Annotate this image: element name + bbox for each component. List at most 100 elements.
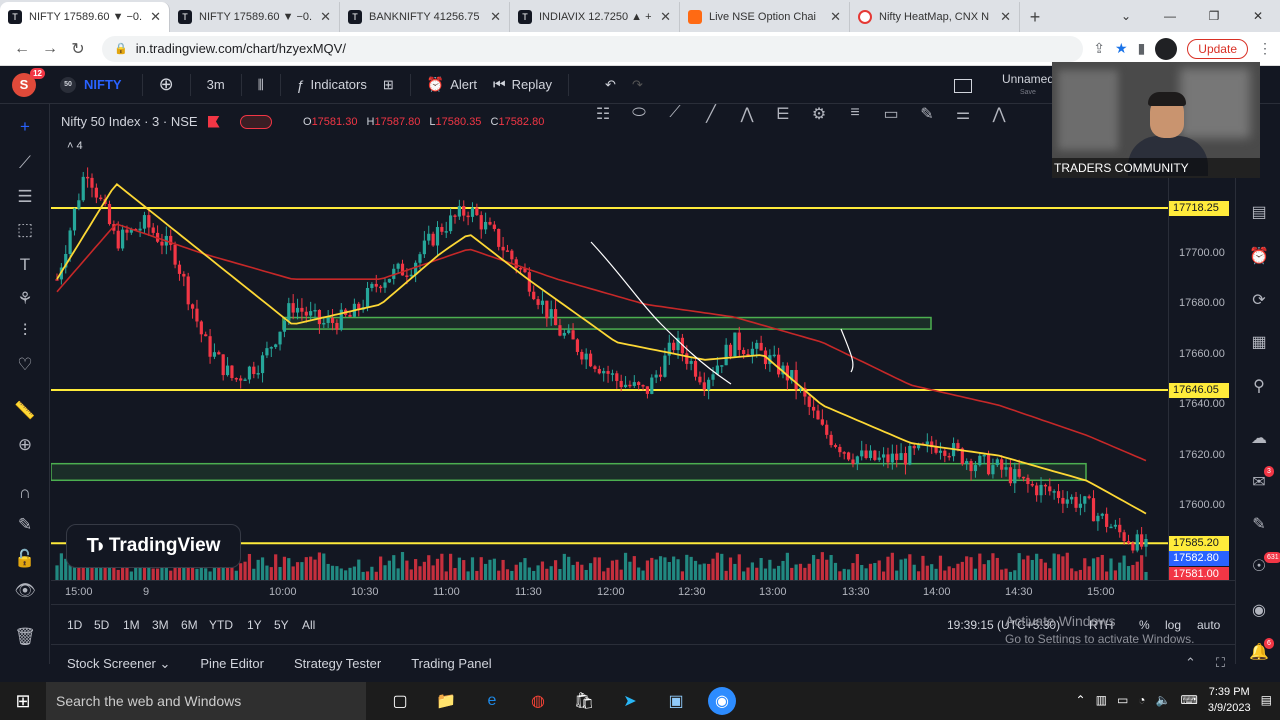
reload-icon[interactable]: ↻: [64, 35, 92, 63]
range-button-all[interactable]: All: [302, 618, 315, 632]
stock-screener-tab[interactable]: Stock Screener ⌄: [67, 656, 170, 672]
magnet-icon[interactable]: ∩: [14, 482, 36, 504]
tab-search-icon[interactable]: ⌄: [1104, 0, 1148, 32]
battery-icon[interactable]: ▭: [1117, 693, 1128, 707]
user-avatar[interactable]: S 12: [12, 67, 45, 97]
telegram-icon[interactable]: ➤: [616, 687, 644, 715]
range-button-1m[interactable]: 1M: [123, 618, 140, 632]
hide-drawings-icon[interactable]: 👁: [14, 580, 36, 602]
text-icon[interactable]: T: [14, 254, 36, 276]
sidebar-icon[interactable]: ▮: [1138, 40, 1146, 57]
interval-button[interactable]: 3m: [199, 77, 233, 92]
fib-icon[interactable]: ☰: [14, 186, 36, 208]
streams-icon[interactable]: ☁: [1248, 428, 1270, 450]
browser-tab[interactable]: T BANKNIFTY 41256.75 ✕: [340, 2, 510, 32]
taskbar-search[interactable]: Search the web and Windows: [46, 682, 366, 720]
close-tab-icon[interactable]: ✕: [1000, 9, 1011, 25]
symbol-search[interactable]: 50 NIFTY: [60, 76, 122, 93]
watchlist-icon[interactable]: ▤: [1248, 202, 1270, 224]
close-tab-icon[interactable]: ✕: [660, 9, 671, 25]
rectangle-icon[interactable]: ▭: [879, 104, 903, 126]
close-tab-icon[interactable]: ✕: [830, 9, 841, 25]
ruler-icon[interactable]: 📏: [14, 400, 36, 422]
range-button-6m[interactable]: 6M: [181, 618, 198, 632]
crosshair-icon[interactable]: +: [14, 116, 36, 138]
layout-name[interactable]: Unnamed Save: [1002, 72, 1054, 100]
pattern-icon[interactable]: ⋀: [735, 104, 759, 126]
measure-icon[interactable]: ⫶: [14, 320, 36, 342]
templates-icon[interactable]: ⊞: [375, 77, 402, 93]
edge-icon[interactable]: e: [478, 687, 506, 715]
collapse-panel-icon[interactable]: ⌃: [1185, 655, 1196, 671]
line-icon[interactable]: ╱: [699, 104, 723, 126]
update-button[interactable]: Update: [1187, 38, 1248, 59]
brush-icon[interactable]: ✎: [915, 104, 939, 126]
browser-tab[interactable]: Nifty HeatMap, CNX N ✕: [850, 2, 1020, 32]
browser-tab[interactable]: T INDIAVIX 12.7250 ▲ + ✕: [510, 2, 680, 32]
compare-icon[interactable]: ⊕: [151, 74, 182, 95]
brain-icon[interactable]: ⚙: [807, 104, 831, 126]
tray-chevron-icon[interactable]: ⌃: [1076, 693, 1086, 707]
indicator-collapse[interactable]: ˄ 4: [67, 140, 83, 152]
back-icon[interactable]: ←: [8, 35, 36, 63]
layout-icon[interactable]: [953, 79, 972, 93]
file-explorer-icon[interactable]: 📁: [432, 687, 460, 715]
taskbar-clock[interactable]: 7:39 PM 3/9/2023: [1208, 684, 1251, 716]
range-button-5d[interactable]: 5D: [94, 618, 109, 632]
trend-line-icon[interactable]: ⟋: [14, 152, 36, 174]
strategy-tester-tab[interactable]: Strategy Tester: [294, 656, 381, 671]
trash-icon[interactable]: 🗑: [14, 626, 36, 648]
zoom-icon[interactable]: ◉: [708, 687, 736, 715]
forward-icon[interactable]: →: [36, 35, 64, 63]
restore-icon[interactable]: ❐: [1192, 0, 1236, 32]
zoom-icon[interactable]: ⊕: [14, 434, 36, 456]
url-field[interactable]: 🔒 in.tradingview.com/chart/hzyexMQV/: [102, 35, 1084, 62]
undo-icon[interactable]: ↶: [597, 77, 624, 93]
range-button-1y[interactable]: 1Y: [247, 618, 262, 632]
menu-dots-icon[interactable]: ⋮: [1258, 40, 1272, 57]
candle-style-icon[interactable]: ⫼: [250, 77, 272, 93]
favorite-icon[interactable]: ♡: [14, 354, 36, 376]
ellipse-icon[interactable]: ⬭: [627, 104, 651, 126]
calendar-icon[interactable]: ▦: [1248, 332, 1270, 354]
alerts-icon[interactable]: ⏰: [1248, 246, 1270, 268]
price-chart[interactable]: [51, 104, 1168, 580]
range-button-5y[interactable]: 5Y: [274, 618, 289, 632]
flag-icon[interactable]: [207, 115, 220, 128]
lock-drawings-icon[interactable]: 🔓: [14, 548, 36, 570]
range-button-3m[interactable]: 3M: [152, 618, 169, 632]
ime-icon[interactable]: ⌨: [1181, 693, 1198, 707]
maximize-panel-icon[interactable]: ⛶: [1216, 655, 1225, 671]
ruler-icon[interactable]: ⚌: [951, 104, 975, 126]
time-axis[interactable]: 15:00 9 10:00 10:30 11:00 11:30 12:00 12:30 13:0…: [51, 580, 1235, 604]
ideas-icon[interactable]: ⚲: [1248, 376, 1270, 398]
windows-start-icon[interactable]: ⊞: [0, 682, 46, 720]
replay-button[interactable]: ⏮ Replay: [485, 76, 560, 93]
browser-tab[interactable]: T NIFTY 17589.60 ▼ −0. ✕: [0, 2, 170, 32]
close-window-icon[interactable]: ✕: [1236, 0, 1280, 32]
redo-icon[interactable]: ↷: [624, 77, 651, 93]
bookmark-star-icon[interactable]: ★: [1115, 40, 1128, 57]
close-tab-icon[interactable]: ✕: [150, 9, 161, 25]
range-button-1d[interactable]: 1D: [67, 618, 82, 632]
fib-icon[interactable]: ☷: [591, 104, 615, 126]
hotlist-icon[interactable]: ⟳: [1248, 290, 1270, 312]
channel-icon[interactable]: ⋿: [771, 104, 795, 126]
indicators-button[interactable]: ƒ Indicators: [289, 77, 375, 93]
alert-button[interactable]: ⏰ Alert: [419, 76, 485, 93]
minimize-icon[interactable]: —: [1148, 0, 1192, 32]
trading-panel-tab[interactable]: Trading Panel: [411, 656, 491, 671]
profile-avatar[interactable]: [1155, 37, 1178, 60]
notes-icon[interactable]: ✎: [1248, 514, 1270, 536]
wifi-icon[interactable]: ◔: [1138, 693, 1145, 707]
radio-icon[interactable]: ◉: [1248, 600, 1270, 622]
draw-mode-icon[interactable]: ✎: [14, 514, 36, 536]
range-button-ytd[interactable]: YTD: [209, 618, 233, 632]
new-tab-button[interactable]: +: [1020, 2, 1050, 32]
task-view-icon[interactable]: ▢: [386, 687, 414, 715]
auto-toggle[interactable]: auto: [1197, 618, 1220, 632]
close-tab-icon[interactable]: ✕: [490, 9, 501, 25]
share-icon[interactable]: ⇪: [1093, 40, 1105, 57]
desktop-app-icon[interactable]: ▣: [662, 687, 690, 715]
prediction-icon[interactable]: ⚘: [14, 288, 36, 310]
